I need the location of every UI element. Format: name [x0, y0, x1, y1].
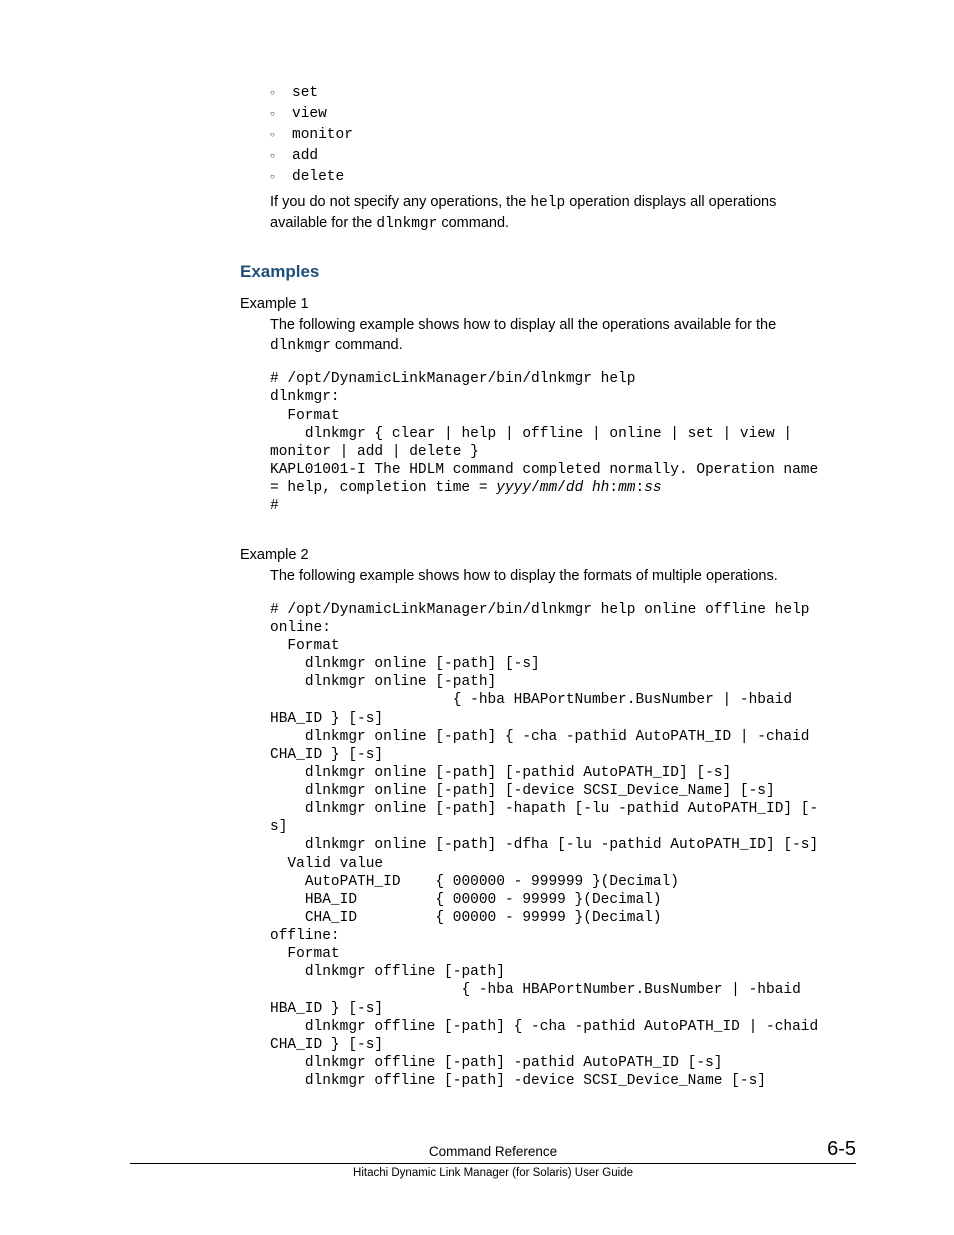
code-var: dd	[566, 480, 583, 496]
inline-code: dlnkmgr	[270, 338, 331, 354]
example2-description: The following example shows how to displ…	[270, 567, 834, 587]
code-text: :	[609, 480, 618, 496]
op-name: monitor	[292, 127, 353, 143]
page-number: 6-5	[827, 1138, 856, 1161]
text: If you do not specify any operations, th…	[270, 194, 530, 210]
inline-code: dlnkmgr	[376, 216, 437, 232]
code-text: # /opt/DynamicLinkManager/bin/dlnkmgr he…	[270, 371, 827, 496]
code-text: /	[531, 480, 540, 496]
code-text: #	[270, 498, 279, 514]
footer-subtitle: Hitachi Dynamic Link Manager (for Solari…	[130, 1167, 856, 1179]
code-var: yyyy	[496, 480, 531, 496]
list-item: ○add	[270, 148, 834, 164]
op-name: delete	[292, 169, 344, 185]
list-item: ○view	[270, 106, 834, 122]
bullet-icon: ○	[270, 109, 292, 118]
page-footer: Command Reference 6-5 Hitachi Dynamic Li…	[130, 1144, 856, 1179]
text: command.	[331, 337, 403, 353]
bullet-icon: ○	[270, 172, 292, 181]
code-var: hh	[592, 480, 609, 496]
op-name: set	[292, 85, 318, 101]
code-text: :	[636, 480, 645, 496]
content-area: ○set ○view ○monitor ○add ○delete If you …	[240, 85, 834, 1090]
text: command.	[437, 215, 509, 231]
list-item: ○monitor	[270, 127, 834, 143]
list-item: ○delete	[270, 169, 834, 185]
footer-divider	[130, 1163, 856, 1164]
code-var: ss	[644, 480, 661, 496]
bullet-icon: ○	[270, 130, 292, 139]
inline-code: help	[530, 195, 565, 211]
intro-paragraph: If you do not specify any operations, th…	[270, 193, 834, 234]
document-page: ○set ○view ○monitor ○add ○delete If you …	[0, 0, 954, 1235]
bullet-icon: ○	[270, 88, 292, 97]
list-item: ○set	[270, 85, 834, 101]
text: The following example shows how to displ…	[270, 317, 776, 333]
op-name: view	[292, 106, 327, 122]
code-var: mm	[618, 480, 635, 496]
example2-label: Example 2	[240, 547, 834, 563]
example1-description: The following example shows how to displ…	[270, 316, 834, 356]
example1-code: # /opt/DynamicLinkManager/bin/dlnkmgr he…	[270, 370, 834, 515]
code-var: mm	[540, 480, 557, 496]
footer-top: Command Reference 6-5	[130, 1144, 856, 1161]
code-text	[583, 480, 592, 496]
operation-list: ○set ○view ○monitor ○add ○delete	[270, 85, 834, 185]
example2-code: # /opt/DynamicLinkManager/bin/dlnkmgr he…	[270, 601, 834, 1090]
code-text: /	[557, 480, 566, 496]
example1-label: Example 1	[240, 296, 834, 312]
op-name: add	[292, 148, 318, 164]
examples-heading: Examples	[240, 262, 834, 282]
footer-title: Command Reference	[429, 1144, 557, 1159]
bullet-icon: ○	[270, 151, 292, 160]
